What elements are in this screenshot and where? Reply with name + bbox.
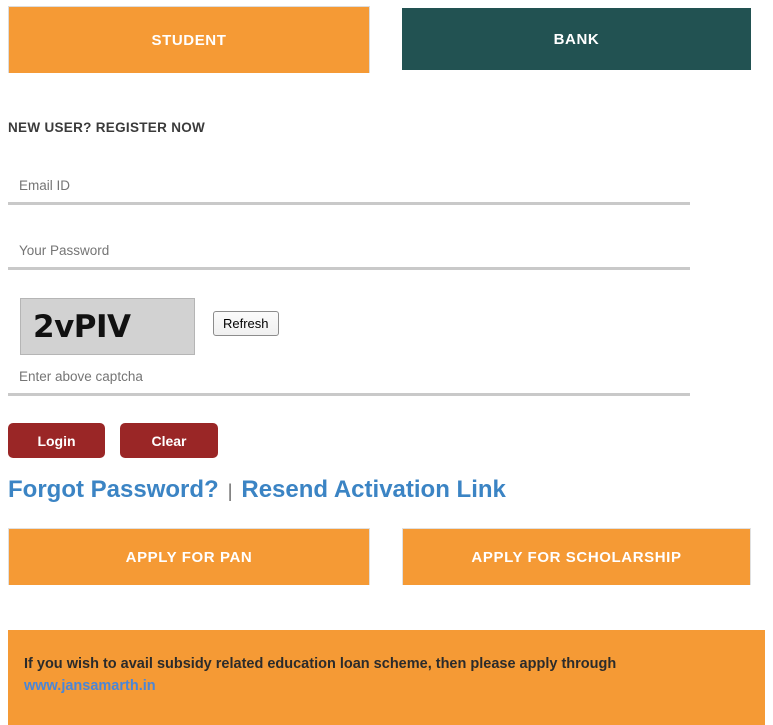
password-field-group: Your Password [8,243,690,270]
subsidy-notice-message: If you wish to avail subsidy related edu… [24,656,617,672]
apply-for-pan-button[interactable]: APPLY FOR PAN [8,528,370,585]
captcha-input-underline [8,393,690,396]
email-field-group: Email ID [8,178,690,205]
email-field-placeholder[interactable]: Email ID [8,178,690,202]
captcha-image: 2vPIV [20,298,195,355]
jansamarth-link[interactable]: www.jansamarth.in [24,676,156,698]
subsidy-notice-banner: If you wish to avail subsidy related edu… [8,630,765,725]
email-field-underline [8,202,690,205]
apply-for-scholarship-button[interactable]: APPLY FOR SCHOLARSHIP [402,528,751,585]
captcha-input-group: Enter above captcha [8,369,690,396]
captcha-input-placeholder[interactable]: Enter above captcha [8,369,690,393]
resend-activation-link[interactable]: Resend Activation Link [241,476,506,504]
login-button[interactable]: Login [8,423,105,458]
register-now-label: NEW USER? REGISTER NOW [8,120,206,135]
captcha-text: 2vPIV [33,308,131,345]
captcha-refresh-button[interactable]: Refresh [213,311,279,336]
apply-for-pan-label: APPLY FOR PAN [125,548,253,566]
tab-bank[interactable]: BANK [402,8,751,70]
forgot-password-link[interactable]: Forgot Password? [8,476,219,504]
password-field-placeholder[interactable]: Your Password [8,243,690,267]
tab-student[interactable]: STUDENT [8,6,370,73]
tab-student-label: STUDENT [151,31,227,49]
apply-for-scholarship-label: APPLY FOR SCHOLARSHIP [471,548,682,566]
clear-button[interactable]: Clear [120,423,218,458]
auth-help-links: Forgot Password? | Resend Activation Lin… [8,476,506,504]
links-separator: | [227,481,233,501]
captcha-row: 2vPIV Refresh [20,298,279,355]
password-field-underline [8,267,690,270]
login-role-tab-bar: STUDENT BANK [0,0,773,78]
register-now-link[interactable]: NEW USER? REGISTER NOW [8,120,205,135]
tab-bank-label: BANK [553,30,600,48]
